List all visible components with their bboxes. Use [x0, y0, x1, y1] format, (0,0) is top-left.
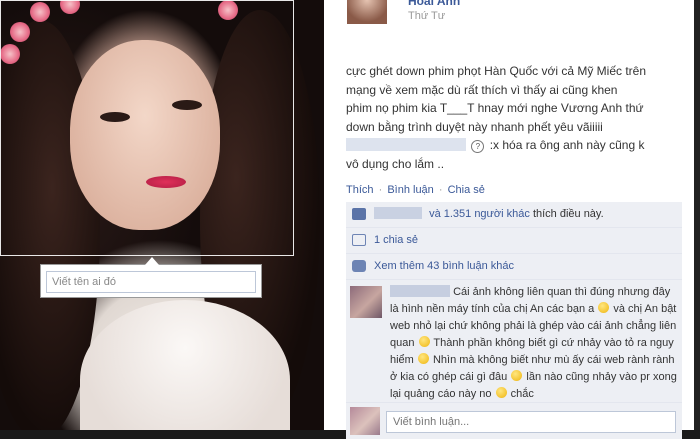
view-more-comments-link[interactable]: Xem thêm 43 bình luận khác [374, 260, 514, 272]
tag-selection-box[interactable] [0, 0, 294, 256]
separator: · [438, 184, 443, 196]
comment-segment: chắc [510, 388, 534, 400]
commenter-avatar[interactable] [350, 286, 382, 318]
comment-text: Cái ảnh không liên quan thì đúng nhưng đ… [390, 284, 678, 402]
write-comment-row [346, 403, 682, 439]
likes-suffix: thích điều này. [532, 208, 604, 220]
smiley-icon [598, 302, 610, 313]
smiley-icon [418, 336, 430, 347]
share-link[interactable]: Chia sẻ [448, 184, 485, 196]
post-line: vô dụng cho lắm .. [346, 156, 445, 171]
post-line-text: :x hóa ra ông anh này cũng k [489, 138, 645, 152]
post-actions: Thích · Bình luận · Chia sẻ [346, 184, 485, 196]
feedback-box: và 1.351 người khác thích điều này. 1 ch… [346, 202, 682, 439]
comment-icon [352, 260, 366, 272]
author-avatar[interactable] [347, 0, 387, 24]
photo-viewer[interactable] [0, 0, 324, 430]
author-name[interactable]: Hoài Anh [408, 0, 460, 8]
share-icon [352, 234, 366, 246]
view-more-row: Xem thêm 43 bình luận khác [346, 254, 682, 280]
separator: · [378, 184, 383, 196]
commenter-name[interactable] [390, 285, 450, 297]
post-panel: Hoài Anh Thứ Tư cực ghét down phim phọt … [324, 0, 694, 439]
comment-link[interactable]: Bình luận [387, 184, 433, 196]
smiley-icon [495, 387, 507, 398]
post-line: down bằng trình duyệt này nhanh phết yêu… [346, 119, 603, 134]
likes-row: và 1.351 người khác thích điều này. [346, 202, 682, 228]
smiley-icon [417, 353, 429, 364]
tag-popup [40, 257, 262, 298]
post-line: ? :x hóa ra ông anh này cũng k [346, 136, 676, 155]
post-line: cực ghét down phim phọt Hàn Quốc với cả … [346, 64, 647, 78]
window-edge [694, 0, 700, 430]
current-user-avatar [350, 407, 380, 435]
post-text: cực ghét down phim phọt Hàn Quốc với cả … [346, 62, 676, 173]
shares-row: 1 chia sẻ [346, 228, 682, 254]
like-link[interactable]: Thích [346, 184, 374, 196]
likes-count-link[interactable]: và 1.351 người khác [429, 208, 530, 220]
post-line: phim nọ phim kia T___T hnay mới nghe Vươ… [346, 101, 644, 115]
shares-link[interactable]: 1 chia sẻ [374, 234, 418, 246]
tag-name-input[interactable] [46, 271, 256, 293]
post-date[interactable]: Thứ Tư [408, 10, 445, 22]
tagged-friend[interactable] [346, 138, 466, 151]
post-line: mạng về xem mặc dù rất thích vì thấy ai … [346, 82, 618, 97]
question-icon: ? [471, 140, 485, 153]
thumbs-up-icon [352, 208, 366, 220]
comment-item: Cái ảnh không liên quan thì đúng nhưng đ… [346, 280, 682, 403]
smiley-icon [511, 370, 523, 381]
liker-name[interactable] [374, 207, 422, 219]
